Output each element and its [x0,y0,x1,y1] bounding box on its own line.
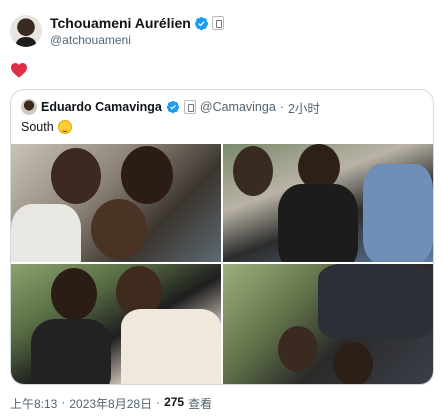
red-heart-emoji [11,62,27,78]
quoted-time-ago[interactable]: 2小时 [288,98,320,117]
footer-separator: · [156,395,161,409]
photo-group-3[interactable] [11,264,221,384]
author-handle[interactable]: @atchouameni [50,33,131,47]
author-display-name[interactable]: Tchouameni Aurélien [50,15,191,31]
tweet-header: Tchouameni Aurélien @atchouameni [10,12,430,52]
quoted-author-name: Eduardo Camavinga [41,100,162,114]
meta-separator: · [279,100,284,114]
quoted-author-avatar [21,99,37,115]
tweet-time[interactable]: 上午8:13 [10,395,57,412]
quoted-tweet-card[interactable]: Eduardo Camavinga @Camavinga · 2小时 South [10,89,434,385]
quoted-tweet-text: South [21,120,72,134]
photo-group-4[interactable] [223,264,433,384]
verified-badge-icon [166,100,179,114]
photo-group-2[interactable] [223,144,433,262]
author-avatar[interactable] [10,15,42,47]
photo-group-1[interactable] [11,144,221,262]
quoted-tweet-body: South [21,120,54,134]
tweet-date[interactable]: 2023年8月28日 [69,395,152,412]
photo-grid [11,144,433,384]
views-label: 查看 [188,397,213,411]
real-madrid-badge-icon [183,100,196,114]
verified-badge-icon [194,16,208,30]
grinning-squinting-face-emoji [57,120,72,134]
quoted-tweet-header: Eduardo Camavinga @Camavinga · 2小时 [21,98,320,117]
tweet-footer: 上午8:13 · 2023年8月28日 · 275 查看 [10,395,212,412]
quoted-author-handle: @Camavinga [199,100,276,114]
footer-separator: · [61,395,66,409]
author-name-row: Tchouameni Aurélien [50,14,224,32]
views-count: 275 [164,395,185,409]
real-madrid-badge-icon [211,16,224,30]
